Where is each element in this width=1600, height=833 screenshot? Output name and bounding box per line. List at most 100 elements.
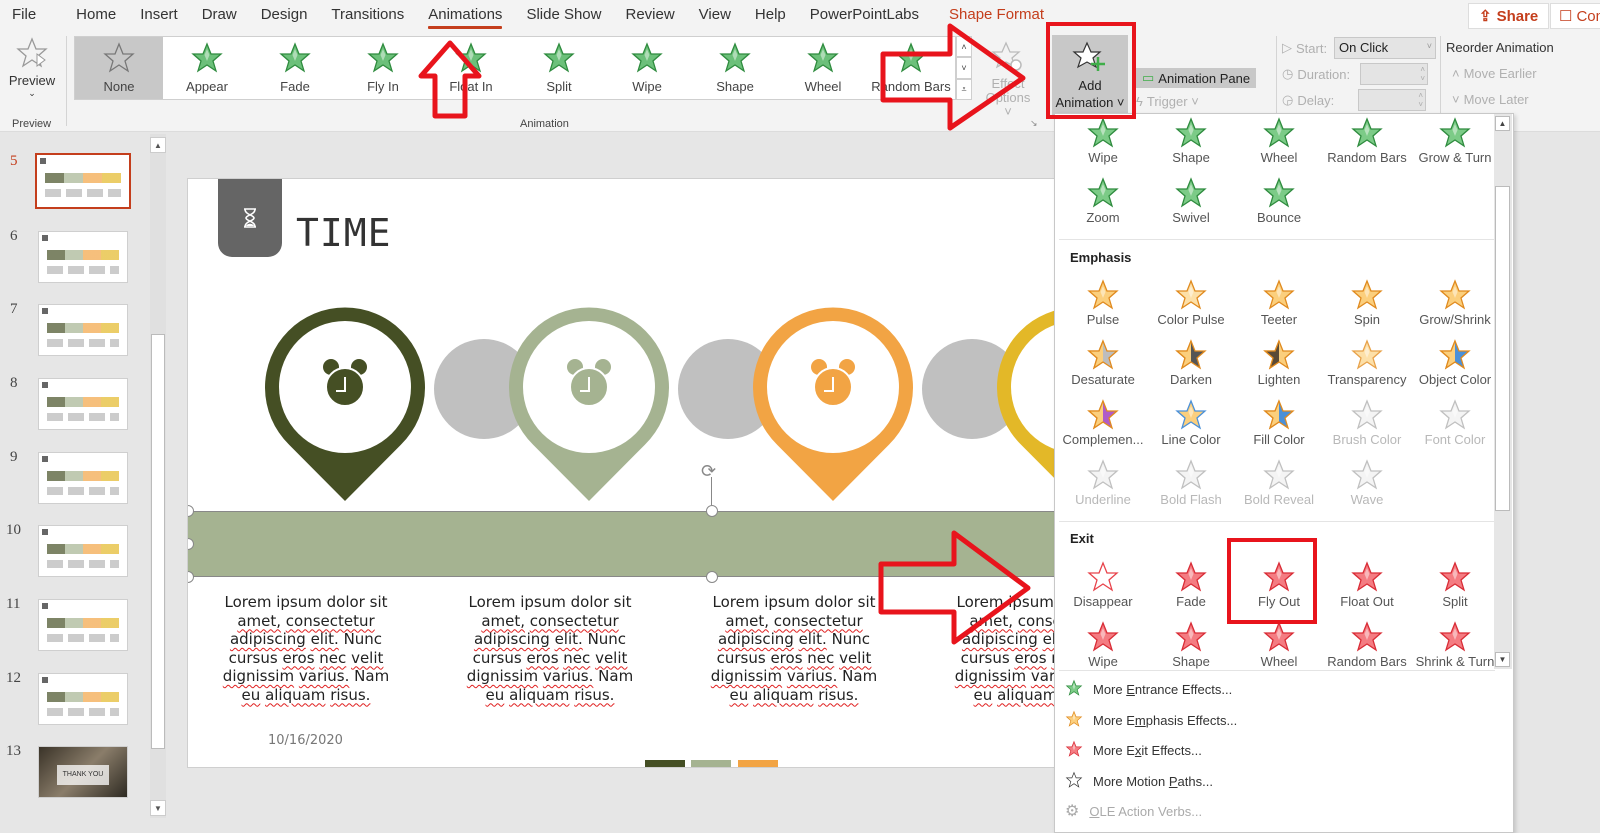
effect-entrance-wipe[interactable]: Wipe	[1059, 116, 1147, 174]
dialog-launcher-icon[interactable]: ↘	[1030, 118, 1038, 129]
scroll-down-button[interactable]: ▼	[1495, 652, 1510, 667]
effect-emphasis-pulse[interactable]: Pulse	[1059, 278, 1147, 336]
menu-item-more-entrance-effects[interactable]: More Entrance Effects...	[1065, 679, 1232, 700]
gallery-up-button[interactable]: ˄	[956, 36, 972, 58]
slide-thumbnail[interactable]	[38, 452, 128, 504]
preview-button[interactable]: Preview ⌄	[6, 36, 58, 106]
column-text-4[interactable]: Lorem ipsum dolor sitamet, consecteturad…	[928, 593, 1066, 704]
tab-powerpointlabs[interactable]: PowerPointLabs	[798, 0, 931, 32]
tab-draw[interactable]: Draw	[190, 0, 249, 32]
gallery-item-fly-in[interactable]: Fly In	[339, 37, 427, 99]
tab-animations[interactable]: Animations	[416, 0, 514, 32]
gallery-item-fade[interactable]: Fade	[251, 37, 339, 99]
add-animation-button[interactable]: Add Animation ˅	[1052, 35, 1128, 117]
column-text-1[interactable]: Lorem ipsum dolor sit amet, consectetur ad…	[196, 593, 416, 704]
effect-entrance-random-bars[interactable]: Random Bars	[1323, 116, 1411, 174]
slide-thumbnail[interactable]	[35, 153, 131, 209]
slide-thumbnail[interactable]	[38, 673, 128, 725]
tab-file[interactable]: File	[0, 0, 48, 32]
effect-emphasis-grow-shrink[interactable]: Grow/Shrink	[1411, 278, 1499, 336]
delay-spinner[interactable]: ˄ ˅	[1418, 91, 1423, 109]
tab-home[interactable]: Home	[64, 0, 128, 32]
effect-emphasis-desaturate[interactable]: Desaturate	[1059, 338, 1147, 396]
gallery-item-shape[interactable]: Shape	[691, 37, 779, 99]
effect-entrance-zoom[interactable]: Zoom	[1059, 176, 1147, 234]
gallery-item-split[interactable]: Split	[515, 37, 603, 99]
resize-handle[interactable]	[188, 571, 194, 583]
effect-emphasis-spin[interactable]: Spin	[1323, 278, 1411, 336]
effect-exit-split[interactable]: Split	[1411, 560, 1499, 618]
slide-thumbnail[interactable]: THANK YOU	[38, 746, 128, 798]
start-dropdown[interactable]: On Click ˅	[1334, 37, 1436, 59]
gallery-item-appear[interactable]: Appear	[163, 37, 251, 99]
thumbnail-scrollbar[interactable]: ▲ ▼	[150, 134, 166, 818]
slide-thumbnail[interactable]	[38, 378, 128, 430]
rotate-handle-icon[interactable]: ⟳	[701, 461, 716, 482]
tab-insert[interactable]: Insert	[128, 0, 190, 32]
gallery-item-float-in[interactable]: Float In	[427, 37, 515, 99]
slide-canvas[interactable]: TIME ⟳ Lorem ipsum dolor sit amet, consec…	[187, 178, 1067, 768]
selected-band-shape[interactable]	[188, 511, 1066, 577]
effect-emphasis-complemen[interactable]: Complemen...	[1059, 398, 1147, 456]
comments-button[interactable]: ☐ Comments	[1550, 3, 1600, 29]
slide-thumbnail[interactable]	[38, 599, 128, 651]
effect-exit-fade[interactable]: Fade	[1147, 560, 1235, 618]
effect-emphasis-lighten[interactable]: Lighten	[1235, 338, 1323, 396]
tab-design[interactable]: Design	[249, 0, 320, 32]
menu-item-more-motion-paths[interactable]: More Motion Paths...	[1065, 771, 1213, 792]
animation-pane-button[interactable]: ▭ Animation Pane	[1136, 68, 1257, 88]
tab-review[interactable]: Review	[613, 0, 686, 32]
scroll-thumb[interactable]	[1495, 186, 1510, 511]
gallery-item-wheel[interactable]: Wheel	[779, 37, 867, 99]
text-line: cursus eros nec velit	[716, 648, 872, 667]
slide-thumbnail[interactable]	[38, 304, 128, 356]
tab-help[interactable]: Help	[743, 0, 798, 32]
effect-emphasis-color-pulse[interactable]: Color Pulse	[1147, 278, 1235, 336]
resize-handle[interactable]	[706, 571, 718, 583]
slide-thumbnail[interactable]	[38, 231, 128, 283]
tab-slide-show[interactable]: Slide Show	[514, 0, 613, 32]
gallery-item-random-bars[interactable]: Random Bars	[867, 37, 955, 99]
effect-emphasis-teeter[interactable]: Teeter	[1235, 278, 1323, 336]
effect-emphasis-line-color[interactable]: Line Color	[1147, 398, 1235, 456]
tab-shape-format[interactable]: Shape Format	[937, 0, 1056, 32]
duration-spinner[interactable]: ˄ ˅	[1420, 65, 1425, 83]
scroll-up-button[interactable]: ▲	[1495, 116, 1510, 131]
effect-exit-fly-out[interactable]: Fly Out	[1235, 560, 1323, 618]
effect-emphasis-darken[interactable]: Darken	[1147, 338, 1235, 396]
gallery-down-button[interactable]: ˅	[956, 57, 972, 79]
slide-thumbnail[interactable]	[38, 525, 128, 577]
column-text-3[interactable]: Lorem ipsum dolor sit amet, consectetur ad…	[684, 593, 904, 704]
effect-entrance-grow-turn[interactable]: Grow & Turn	[1411, 116, 1499, 174]
move-later-button[interactable]: ˅ Move Later	[1452, 92, 1529, 107]
effect-entrance-shape[interactable]: Shape	[1147, 116, 1235, 174]
scroll-thumb[interactable]	[151, 334, 165, 749]
gallery-item-wipe[interactable]: Wipe	[603, 37, 691, 99]
resize-handle[interactable]	[706, 505, 718, 517]
tab-view[interactable]: View	[687, 0, 743, 32]
gallery-more-button[interactable]: ⩡	[956, 78, 972, 100]
scroll-down-button[interactable]: ▼	[150, 800, 166, 816]
trigger-button[interactable]: ϟ Trigger ˅	[1136, 94, 1199, 109]
effect-options-button[interactable]: Effect Options ˅	[982, 40, 1034, 119]
effect-emphasis-fill-color[interactable]: Fill Color	[1235, 398, 1323, 456]
effect-emphasis-transparency[interactable]: Transparency	[1323, 338, 1411, 396]
gallery-item-none[interactable]: None	[75, 37, 163, 99]
effect-entrance-wheel[interactable]: Wheel	[1235, 116, 1323, 174]
column-text-2[interactable]: Lorem ipsum dolor sit amet, consectetur ad…	[440, 593, 660, 704]
effect-emphasis-object-color[interactable]: Object Color	[1411, 338, 1499, 396]
menu-item-more-emphasis-effects[interactable]: More Emphasis Effects...	[1065, 710, 1237, 731]
dropdown-scrollbar[interactable]: ▲ ▼	[1494, 114, 1512, 669]
effect-entrance-swivel[interactable]: Swivel	[1147, 176, 1235, 234]
text-line: Lorem ipsum dolor sit	[224, 593, 388, 611]
scroll-up-button[interactable]: ▲	[150, 137, 166, 153]
move-earlier-button[interactable]: ˄ Move Earlier	[1452, 66, 1537, 81]
tab-transitions[interactable]: Transitions	[319, 0, 416, 32]
duration-input[interactable]: ˄ ˅	[1360, 63, 1428, 85]
menu-item-more-exit-effects[interactable]: More Exit Effects...	[1065, 740, 1202, 761]
effect-entrance-bounce[interactable]: Bounce	[1235, 176, 1323, 234]
delay-input[interactable]: ˄ ˅	[1358, 89, 1426, 111]
share-button[interactable]: ⇪ Share	[1468, 3, 1550, 29]
effect-exit-disappear[interactable]: Disappear	[1059, 560, 1147, 618]
effect-exit-float-out[interactable]: Float Out	[1323, 560, 1411, 618]
